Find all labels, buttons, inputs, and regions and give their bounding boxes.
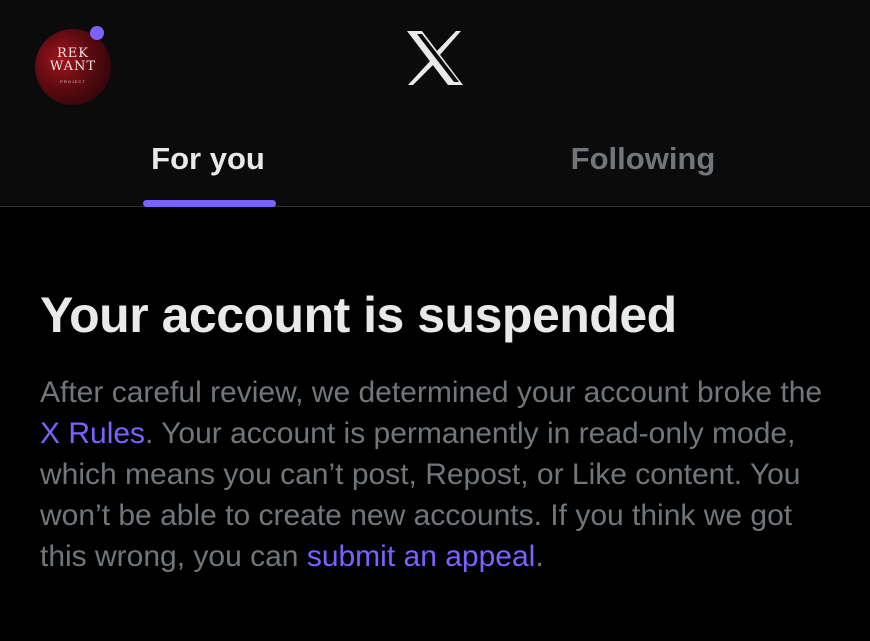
avatar[interactable]: REK WANT PROJECT xyxy=(35,29,111,105)
avatar-logo-text: REK WANT xyxy=(35,47,111,73)
top-navigation-bar: REK WANT PROJECT For you Following xyxy=(0,0,870,207)
suspension-message: After careful review, we determined your… xyxy=(40,372,830,577)
tab-for-you[interactable]: For you xyxy=(108,136,308,182)
tab-following[interactable]: Following xyxy=(543,136,743,182)
message-text-part1: After careful review, we determined your… xyxy=(40,376,823,409)
message-text-part3: . xyxy=(535,540,544,573)
suspension-title: Your account is suspended xyxy=(40,287,677,343)
x-logo-icon[interactable] xyxy=(405,30,465,86)
notification-dot xyxy=(90,26,104,40)
avatar-logo-line2: WANT xyxy=(49,59,97,74)
x-rules-link[interactable]: X Rules xyxy=(40,417,145,450)
active-tab-indicator xyxy=(143,200,276,207)
submit-appeal-link[interactable]: submit an appeal xyxy=(307,540,536,573)
avatar-logo-subtext: PROJECT xyxy=(60,79,86,84)
